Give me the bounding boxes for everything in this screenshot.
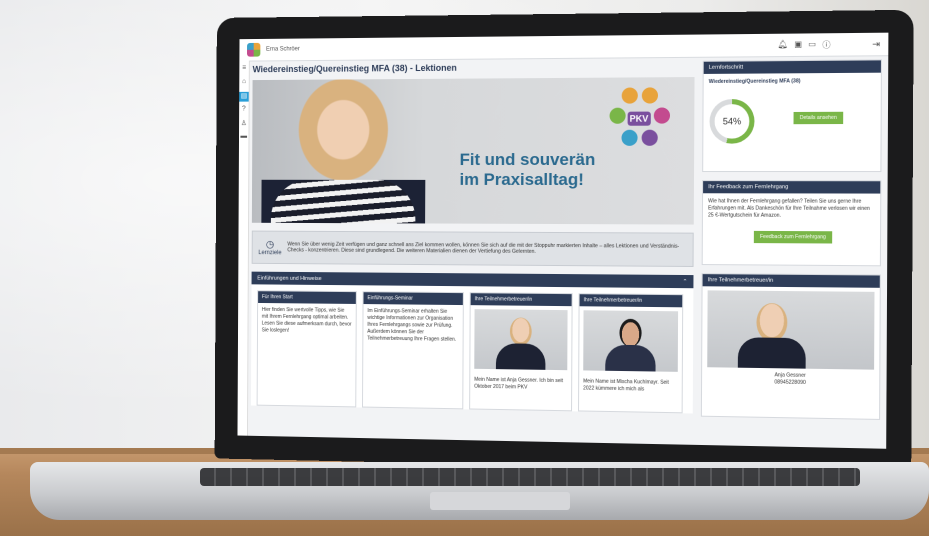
right-column: Lernfortschritt Wiedereinstieg/Quereinst… [700, 59, 883, 448]
progress-gauge: 54% [709, 98, 755, 144]
pkv-badge: PKV [627, 111, 651, 126]
logout-icon[interactable]: ⇥ [872, 38, 880, 49]
advisor-torso [605, 344, 656, 372]
lessons-icon[interactable]: ▤ [239, 91, 249, 102]
feedback-text: Wie hat Ihnen der Fernlehrgang gefallen?… [708, 198, 870, 219]
advisor-face [509, 317, 532, 346]
card-title: Für Ihren Start [258, 291, 356, 304]
advisor-torso [495, 343, 546, 371]
card-advisor-1[interactable]: Ihre Teilnehmerbetreuer/in Mein Name ist… [469, 292, 573, 412]
advisor-box: Ihre Teilnehmerbetreuer/in Anja Gessner … [700, 273, 881, 420]
advisor-phone[interactable]: 08945228090 [702, 378, 879, 388]
top-bar: Erna Schröer 🔔︎ ▣ ▭ ⓘ ⇥ [239, 32, 889, 62]
notice-text: Wenn Sie über wenig Zeit verfügen und ga… [287, 241, 680, 255]
progress-course: Wiedereinstieg/Quereinstieg MFA (38) [708, 78, 801, 86]
inbox-icon[interactable]: ▣ [794, 39, 802, 50]
card-seminar[interactable]: Einführungs-Seminar Im Einführungs-Semin… [362, 291, 464, 410]
advisor-large-photo [707, 290, 875, 370]
advisor-face [619, 318, 642, 348]
advisor-torso [737, 337, 806, 370]
intro-cards: Für Ihren Start Hier finden Sie wertvoll… [250, 284, 694, 414]
pkv-hex-logo: PKV [603, 87, 674, 154]
sidebar: ≡ ⌂ ▤ ? ♙ ▬ [237, 60, 250, 436]
home-icon[interactable]: ⌂ [239, 78, 249, 88]
card-title: Einführungs-Seminar [363, 292, 463, 306]
laptop-screen: Erna Schröer 🔔︎ ▣ ▭ ⓘ ⇥ ≡ ⌂ ▤ ? ♙ ▬ Wied… [237, 32, 889, 449]
progress-percent: 54% [714, 104, 750, 139]
progress-box: Lernfortschritt Wiedereinstieg/Quereinst… [702, 59, 883, 173]
help-circle-icon[interactable]: ? [239, 106, 249, 116]
hero-headline-line1: Fit und souverän [459, 149, 596, 170]
details-button[interactable]: Details ansehen [793, 111, 844, 125]
certificate-icon[interactable]: ▬ [239, 133, 249, 143]
menu-icon[interactable]: ≡ [239, 64, 249, 74]
user-name: Erna Schröer [266, 46, 300, 53]
card-start[interactable]: Für Ihren Start Hier finden Sie wertvoll… [256, 290, 357, 408]
learning-goals-notice: ◷ Lernziele Wenn Sie über wenig Zeit ver… [251, 230, 694, 268]
card-title: Ihre Teilnehmerbetreuer/in [470, 293, 572, 307]
card-body: Mein Name ist Mischa Kuchlmayr. Seit 202… [583, 378, 669, 393]
card-body: Hier finden Sie wertvolle Tipps, wie Sie… [261, 306, 352, 334]
advisor-title: Ihre Teilnehmerbetreuer/in [702, 274, 880, 288]
feedback-box: Ihr Feedback zum Fernlehrgang Wie hat Ih… [701, 180, 882, 267]
feedback-button[interactable]: Feedback zum Fernlehrgang [753, 230, 833, 244]
intro-panel-title: Einführungen und Hinweise [257, 275, 322, 282]
bell-icon[interactable]: 🔔︎ [778, 39, 788, 50]
hero-headline-line2: im Praxisalltag! [459, 169, 584, 190]
trackpad [430, 492, 570, 510]
card-body: Im Einführungs-Seminar erhalten Sie wich… [367, 308, 457, 343]
card-advisor-2[interactable]: Ihre Teilnehmerbetreuer/in Mein Name ist… [578, 293, 684, 414]
card-title: Ihre Teilnehmerbetreuer/in [579, 294, 683, 308]
feedback-title: Ihr Feedback zum Fernlehrgang [703, 181, 881, 194]
notice-label: Lernziele [258, 249, 282, 256]
laptop-lid: Erna Schröer 🔔︎ ▣ ▭ ⓘ ⇥ ≡ ⌂ ▤ ? ♙ ▬ Wied… [214, 9, 914, 474]
collapse-chevron-icon[interactable]: ⌃ [683, 279, 688, 285]
person-icon[interactable]: ♙ [239, 119, 249, 129]
laptop-base [30, 462, 929, 520]
advisor-face [756, 302, 788, 342]
advisor-photo [583, 310, 679, 372]
hero-banner: PKV Fit und souverän im Praxisalltag! [251, 77, 695, 225]
stopwatch-icon: ◷ [265, 238, 275, 250]
help-icon[interactable]: ⓘ [822, 39, 830, 50]
app-logo[interactable] [247, 42, 261, 57]
pkv-badge-icon[interactable]: ▭ [808, 39, 816, 50]
card-body: Mein Name ist Anja Gessner. Ich bin seit… [474, 376, 564, 391]
advisor-photo [474, 309, 568, 371]
hero-photo-shirt [270, 179, 416, 224]
main-content: Wiedereinstieg/Quereinstieg MFA (38) - L… [250, 61, 695, 445]
keyboard [200, 468, 860, 486]
